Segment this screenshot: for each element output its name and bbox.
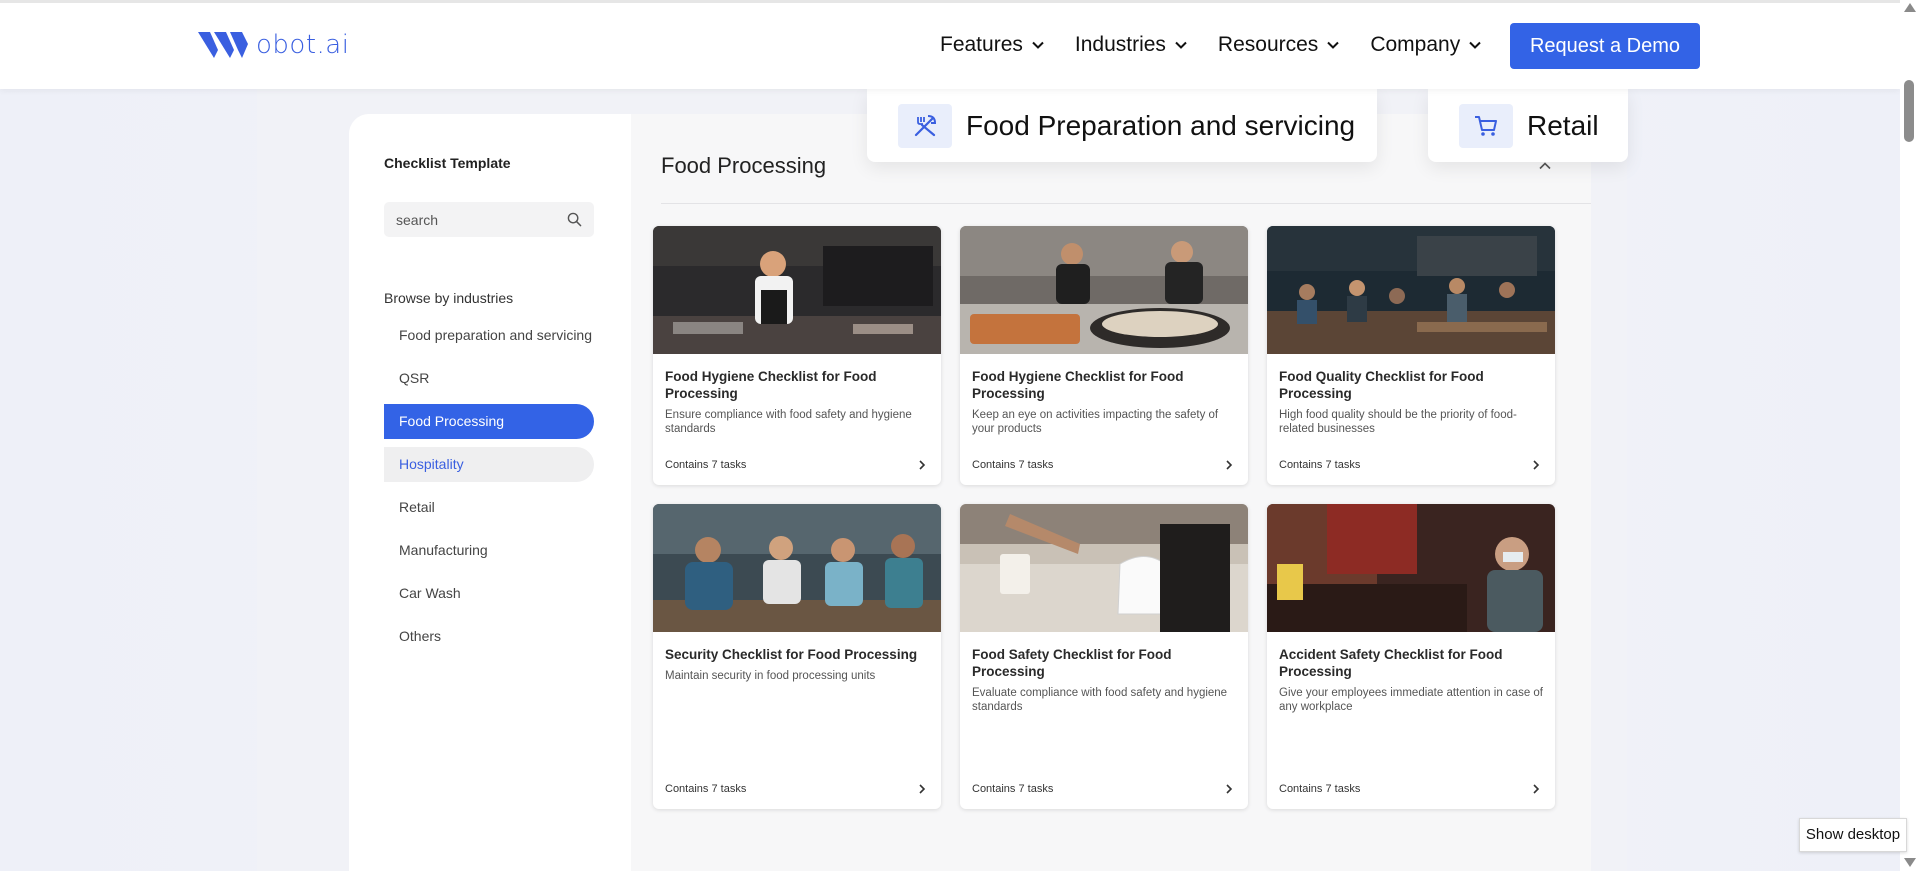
card-task-count: Contains 7 tasks [1279, 459, 1361, 471]
industry-list: Food preparation and servicing QSR Food … [384, 318, 594, 662]
card-title: Accident Safety Checklist for Food Proce… [1279, 647, 1503, 679]
dropdown-item-label: Food Preparation and servicing [966, 109, 1356, 141]
card-description: High food quality should be the priority… [1279, 409, 1517, 435]
nav-company[interactable]: Company [1370, 33, 1482, 57]
chevron-right-icon [1533, 784, 1540, 794]
card-description: Ensure compliance with food safety and h… [665, 409, 912, 435]
search-input[interactable] [384, 202, 554, 237]
card-title: Security Checklist for Food Processing [665, 647, 918, 662]
nav-resources-label: Resources [1217, 33, 1319, 56]
chevron-down-icon [1032, 41, 1044, 49]
scroll-down-arrow-icon[interactable] [1904, 858, 1916, 867]
chevron-right-icon [1226, 460, 1233, 470]
card-task-count: Contains 7 tasks [1279, 783, 1361, 795]
nav-industries-label: Industries [1074, 33, 1166, 56]
card-title: Food Quality Checklist for Food Processi… [1279, 369, 1484, 401]
card-task-count: Contains 7 tasks [665, 783, 747, 795]
section-title: Food Processing [661, 153, 827, 178]
chevron-right-icon [919, 784, 926, 794]
fork-knife-icon [898, 103, 952, 148]
nav-company-label: Company [1370, 33, 1461, 56]
nav-industries[interactable]: Industries [1075, 33, 1188, 57]
card-image-takeaway-bag [960, 504, 1248, 632]
checklist-card[interactable]: Food Hygiene Checklist for Food Processi… [653, 226, 941, 485]
sidebar-item-car-wash[interactable]: Car Wash [384, 576, 594, 611]
request-demo-button[interactable]: Request a Demo [1510, 23, 1700, 69]
logo[interactable]: obot.ai [196, 25, 349, 65]
chevron-right-icon [1226, 784, 1233, 794]
card-description: Give your employees immediate attention … [1279, 687, 1543, 713]
sidebar-item-food-preparation[interactable]: Food preparation and servicing [384, 318, 594, 353]
card-task-count: Contains 7 tasks [972, 459, 1054, 471]
checklist-main: Food Processing Food Hygiene Checklist f… [631, 114, 1591, 871]
top-navbar: obot.ai Features Industries Resources Co… [0, 0, 1900, 89]
card-task-count: Contains 7 tasks [972, 783, 1054, 795]
card-title: Food Hygiene Checklist for Food Processi… [665, 369, 877, 401]
search-icon[interactable] [567, 212, 582, 227]
dropdown-item-label: Retail [1527, 109, 1599, 141]
chevron-down-icon [1327, 41, 1340, 49]
card-image-restaurant-counter [1267, 504, 1555, 632]
wobot-logo-mark-icon [198, 32, 248, 58]
main-nav: Features Industries Resources Company [940, 33, 1482, 57]
chevron-right-icon [1533, 460, 1540, 470]
sidebar-item-others[interactable]: Others [384, 619, 594, 654]
sidebar-title: Checklist Template [384, 155, 511, 171]
scroll-thumb[interactable] [1904, 80, 1914, 142]
show-desktop-tooltip: Show desktop [1799, 818, 1907, 852]
card-description: Evaluate compliance with food safety and… [972, 687, 1228, 713]
dropdown-item-retail[interactable]: Retail [1428, 89, 1628, 162]
sidebar-item-qsr[interactable]: QSR [384, 361, 594, 396]
dropdown-item-food-preparation[interactable]: Food Preparation and servicing [867, 89, 1377, 162]
sidebar: Checklist Template Browse by industries … [349, 114, 631, 871]
sidebar-item-manufacturing[interactable]: Manufacturing [384, 533, 594, 568]
card-title: Food Safety Checklist for Food Processin… [972, 647, 1172, 679]
card-description: Maintain security in food processing uni… [665, 670, 876, 682]
checklist-card[interactable]: Food Hygiene Checklist for Food Processi… [960, 226, 1248, 485]
chevron-down-icon [1469, 41, 1481, 49]
chevron-down-icon [1175, 41, 1187, 49]
nav-features-label: Features [940, 33, 1023, 56]
sidebar-item-hospitality[interactable]: Hospitality [384, 447, 594, 482]
sidebar-item-retail[interactable]: Retail [384, 490, 594, 525]
browse-by-industries-heading: Browse by industries [384, 290, 514, 306]
card-image-busy-restaurant [1267, 226, 1555, 354]
card-task-count: Contains 7 tasks [665, 459, 747, 471]
checklist-card[interactable]: Food Safety Checklist for Food Processin… [960, 504, 1248, 809]
nav-features[interactable]: Features [940, 33, 1045, 57]
checklist-grid: Food Hygiene Checklist for Food Processi… [653, 226, 1555, 809]
chevron-right-icon [919, 460, 926, 470]
scroll-up-arrow-icon[interactable] [1904, 3, 1916, 12]
search-box [384, 202, 594, 237]
logo-text: obot.ai [256, 30, 350, 60]
nav-resources[interactable]: Resources [1218, 33, 1340, 57]
sidebar-item-food-processing[interactable]: Food Processing [384, 404, 594, 439]
card-image-pastry-prep [960, 226, 1248, 354]
checklist-panel: Checklist Template Browse by industries … [349, 114, 1591, 871]
checklist-card[interactable]: Food Quality Checklist for Food Processi… [1267, 226, 1555, 485]
checklist-card[interactable]: Security Checklist for Food Processing M… [653, 504, 941, 809]
card-description: Keep an eye on activities impacting the … [972, 409, 1219, 435]
cart-icon [1459, 103, 1513, 148]
card-image-friends-cafe [653, 504, 941, 632]
checklist-card[interactable]: Accident Safety Checklist for Food Proce… [1267, 504, 1555, 809]
page-scrollbar[interactable] [1900, 0, 1918, 871]
card-image-chef-kitchen [653, 226, 941, 354]
divider [661, 203, 1591, 204]
card-title: Food Hygiene Checklist for Food Processi… [972, 369, 1184, 401]
